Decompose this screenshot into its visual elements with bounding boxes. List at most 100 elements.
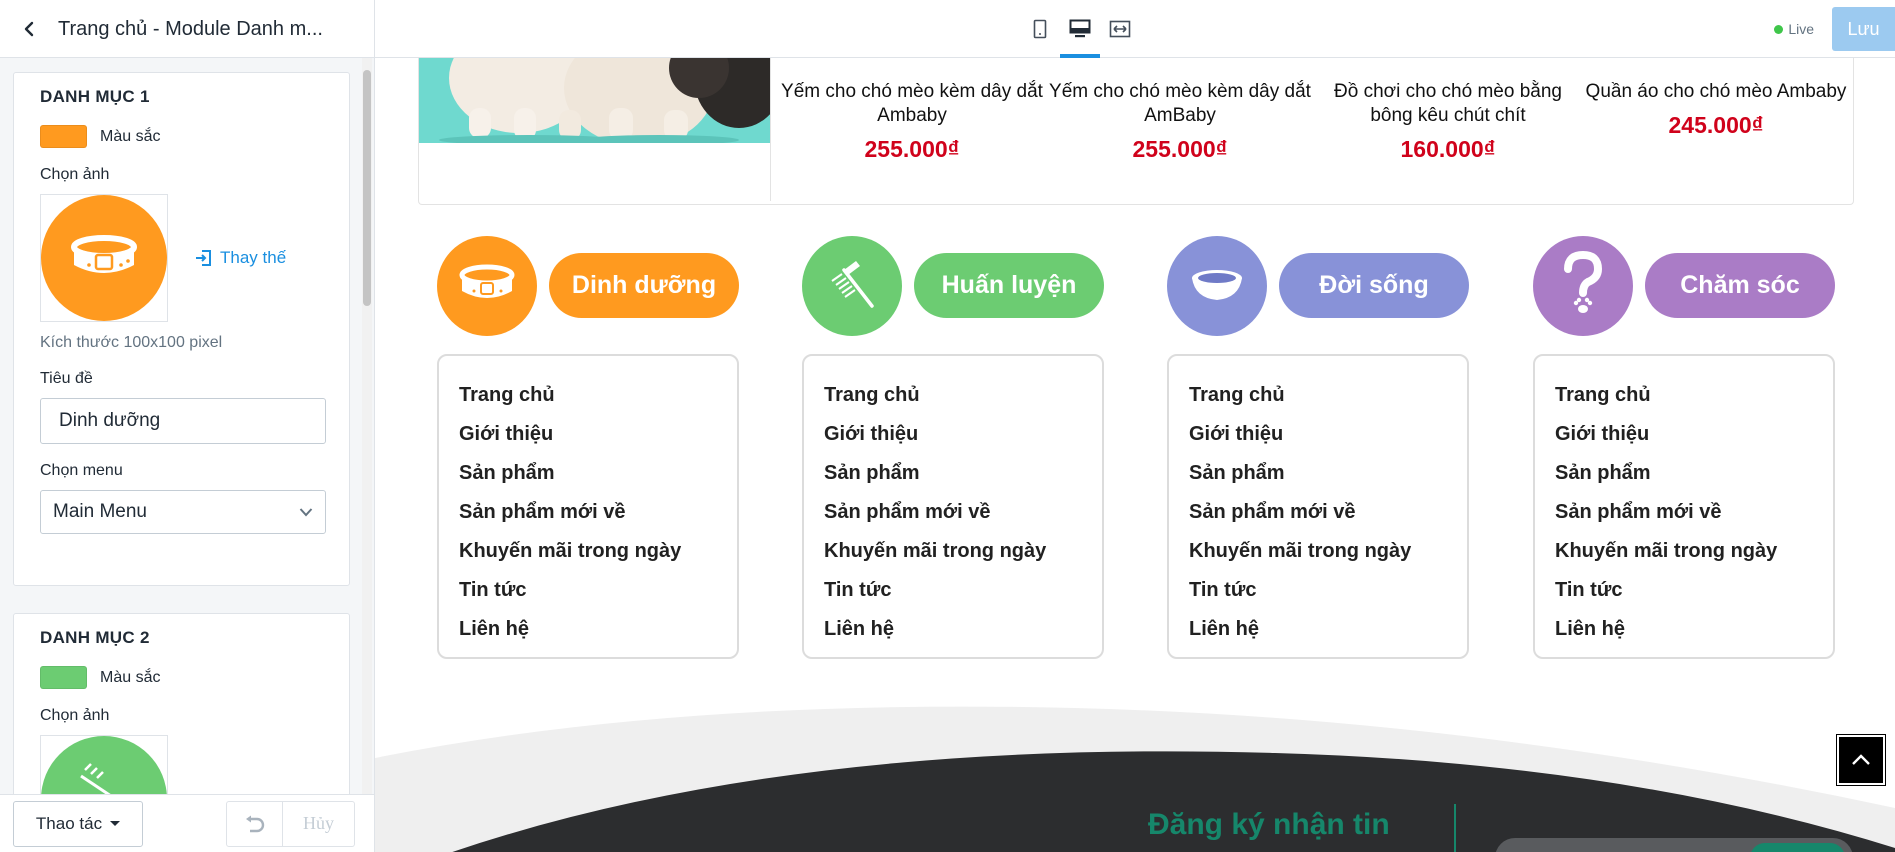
menu-link[interactable]: Trang chủ bbox=[824, 376, 1082, 415]
color-label: Màu sắc bbox=[100, 668, 161, 686]
menu-link[interactable]: Trang chủ bbox=[1555, 376, 1813, 415]
color-swatch[interactable] bbox=[40, 666, 87, 689]
category-menu: Trang chủ Giới thiệu Sản phẩm Sản phẩm m… bbox=[1167, 354, 1469, 659]
menu-link[interactable]: Giới thiệu bbox=[1555, 415, 1813, 454]
title-label: Tiêu đề bbox=[40, 370, 93, 387]
live-dot-icon bbox=[1774, 24, 1784, 34]
category-icon-circle[interactable] bbox=[1167, 236, 1267, 336]
puppies-image bbox=[419, 58, 770, 143]
category-1-heading: DANH MỤC 1 bbox=[40, 87, 150, 106]
menu-link[interactable]: Tin tức bbox=[459, 571, 717, 610]
category-title-button[interactable]: Huấn luyện bbox=[914, 253, 1104, 318]
product-price: 160.000₫ bbox=[1400, 136, 1496, 162]
replace-label: Thay thế bbox=[220, 248, 287, 267]
product-card[interactable]: Quần áo cho chó mèo Ambaby 245.000₫ bbox=[1585, 80, 1847, 139]
undo-button[interactable] bbox=[226, 800, 283, 847]
menu-link[interactable]: Sản phẩm mới về bbox=[459, 493, 717, 532]
image-picker: Thay thế bbox=[40, 194, 323, 322]
puppies-illustration bbox=[419, 58, 770, 143]
settings-sidebar: DANH MỤC 1 Màu sắc Chọn ảnh Thay thế Kíc… bbox=[0, 58, 375, 852]
newsletter-submit-button[interactable] bbox=[1750, 843, 1845, 852]
category-title-button[interactable]: Đời sống bbox=[1279, 253, 1469, 318]
newsletter-title: Đăng ký nhận tin bbox=[1148, 808, 1390, 841]
menu-link[interactable]: Trang chủ bbox=[1189, 376, 1447, 415]
scroll-to-top-button[interactable] bbox=[1836, 734, 1886, 786]
menu-link[interactable]: Khuyến mãi trong ngày bbox=[459, 532, 717, 571]
category-2-card: DANH MỤC 2 Màu sắc Chọn ảnh bbox=[13, 613, 350, 794]
title-input[interactable] bbox=[40, 398, 326, 444]
menu-link[interactable]: Trang chủ bbox=[459, 376, 717, 415]
menu-link[interactable]: Khuyến mãi trong ngày bbox=[1555, 532, 1813, 571]
product-price: 255.000₫ bbox=[1132, 136, 1228, 162]
store-preview: Yếm cho chó mèo kèm dây dắt Ambaby 255.0… bbox=[375, 58, 1895, 852]
category-1-color-row: Màu sắc bbox=[40, 125, 323, 148]
chevron-down-icon bbox=[299, 508, 313, 517]
collar-icon bbox=[459, 264, 515, 298]
category-title-button[interactable]: Dinh dưỡng bbox=[549, 253, 739, 318]
menu-link[interactable]: Sản phẩm mới về bbox=[1189, 493, 1447, 532]
menu-link[interactable]: Sản phẩm bbox=[459, 454, 717, 493]
editor-header: Trang chủ - Module Danh m... bbox=[0, 0, 375, 58]
category-icon-circle[interactable] bbox=[1533, 236, 1633, 336]
newsletter-divider bbox=[1454, 804, 1456, 852]
menu-select[interactable]: Main Menu bbox=[40, 490, 326, 534]
fullwidth-view-button[interactable] bbox=[1100, 0, 1140, 58]
product-price: 245.000₫ bbox=[1668, 112, 1764, 138]
sidebar-footer: Thao tác Hủy bbox=[0, 794, 374, 852]
mobile-view-button[interactable] bbox=[1020, 0, 1060, 58]
menu-link[interactable]: Sản phẩm bbox=[824, 454, 1082, 493]
menu-link[interactable]: Liên hệ bbox=[1189, 610, 1447, 649]
menu-link[interactable]: Giới thiệu bbox=[824, 415, 1082, 454]
menu-link[interactable]: Liên hệ bbox=[824, 610, 1082, 649]
category-menu: Trang chủ Giới thiệu Sản phẩm Sản phẩm m… bbox=[1533, 354, 1835, 659]
menu-link[interactable]: Giới thiệu bbox=[1189, 415, 1447, 454]
menu-link[interactable]: Tin tức bbox=[824, 571, 1082, 610]
menu-link[interactable]: Tin tức bbox=[1555, 571, 1813, 610]
menu-link[interactable]: Liên hệ bbox=[459, 610, 717, 649]
category-title-button[interactable]: Chăm sóc bbox=[1645, 253, 1835, 318]
replace-image-link[interactable]: Thay thế bbox=[194, 248, 286, 268]
undo-icon bbox=[245, 815, 264, 832]
cancel-button[interactable]: Hủy bbox=[283, 800, 355, 847]
actions-dropdown-button[interactable]: Thao tác bbox=[13, 800, 143, 847]
menu-label: Chọn menu bbox=[40, 462, 123, 479]
menu-link[interactable]: Khuyến mãi trong ngày bbox=[1189, 532, 1447, 571]
actions-label: Thao tác bbox=[35, 813, 103, 833]
desktop-view-button[interactable] bbox=[1060, 0, 1100, 58]
image-thumbnail[interactable] bbox=[40, 194, 168, 322]
image-thumbnail[interactable] bbox=[40, 735, 168, 794]
product-card[interactable]: Yếm cho chó mèo kèm dây dắt AmBaby 255.0… bbox=[1049, 80, 1311, 163]
color-label: Màu sắc bbox=[100, 127, 161, 145]
caret-down-icon bbox=[110, 821, 121, 826]
menu-link[interactable]: Sản phẩm mới về bbox=[824, 493, 1082, 532]
image-size-hint: Kích thước 100x100 pixel bbox=[40, 334, 223, 351]
promo-banner[interactable] bbox=[419, 58, 771, 201]
category-icon-circle[interactable] bbox=[437, 236, 537, 336]
category-2-heading: DANH MỤC 2 bbox=[40, 628, 150, 647]
mobile-icon bbox=[1033, 19, 1047, 39]
live-label: Live bbox=[1788, 21, 1814, 37]
image-label: Chọn ảnh bbox=[40, 166, 110, 183]
topbar-actions: Live Lưu bbox=[1774, 0, 1895, 58]
image-picker bbox=[40, 735, 323, 794]
menu-link[interactable]: Liên hệ bbox=[1555, 610, 1813, 649]
back-button[interactable] bbox=[16, 16, 42, 42]
menu-link[interactable]: Sản phẩm bbox=[1555, 454, 1813, 493]
chevron-left-icon bbox=[24, 21, 34, 37]
menu-link[interactable]: Khuyến mãi trong ngày bbox=[824, 532, 1082, 571]
save-button[interactable]: Lưu bbox=[1832, 7, 1895, 51]
top-bar: Trang chủ - Module Danh m... Live Lưu bbox=[0, 0, 1895, 58]
product-card[interactable]: Đồ chơi cho chó mèo bằng bông kêu chút c… bbox=[1317, 80, 1579, 163]
product-card[interactable]: Yếm cho chó mèo kèm dây dắt Ambaby 255.0… bbox=[781, 80, 1043, 163]
sidebar-scrollbar-thumb[interactable] bbox=[363, 70, 371, 306]
menu-link[interactable]: Sản phẩm mới về bbox=[1555, 493, 1813, 532]
menu-link[interactable]: Giới thiệu bbox=[459, 415, 717, 454]
question-paw-icon bbox=[1564, 251, 1603, 313]
category-menu: Trang chủ Giới thiệu Sản phẩm Sản phẩm m… bbox=[437, 354, 739, 659]
color-swatch[interactable] bbox=[40, 125, 87, 148]
menu-link[interactable]: Sản phẩm bbox=[1189, 454, 1447, 493]
image-label: Chọn ảnh bbox=[40, 707, 110, 724]
sidebar-scroll-area: DANH MỤC 1 Màu sắc Chọn ảnh Thay thế Kíc… bbox=[0, 58, 360, 794]
category-icon-circle[interactable] bbox=[802, 236, 902, 336]
menu-link[interactable]: Tin tức bbox=[1189, 571, 1447, 610]
